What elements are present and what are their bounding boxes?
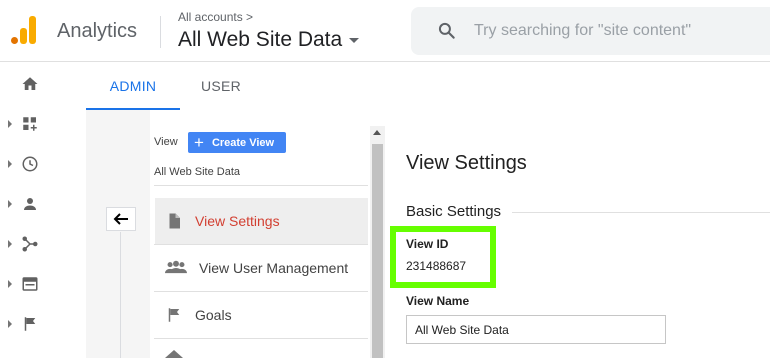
search-icon <box>438 22 455 39</box>
create-view-button[interactable]: + Create View <box>188 132 286 153</box>
tree-line <box>120 232 121 358</box>
create-view-label: Create View <box>211 136 275 149</box>
dashboard-icon <box>23 117 37 131</box>
scroll-thumb[interactable] <box>372 144 383 358</box>
view-selector-label: All Web Site Data <box>178 28 343 51</box>
menu-item-view-settings[interactable]: View Settings <box>155 198 368 244</box>
clock-icon <box>22 156 38 172</box>
admin-user-tabs: ADMIN USER <box>86 62 770 110</box>
expand-icon <box>8 280 12 288</box>
expand-icon <box>8 160 12 168</box>
left-nav <box>0 62 58 358</box>
account-breadcrumb[interactable]: All accounts > <box>178 10 253 24</box>
expand-icon <box>8 120 12 128</box>
people-icon <box>165 260 187 274</box>
search-placeholder: Try searching for "site content" <box>474 22 692 39</box>
acquisition-icon <box>22 236 38 252</box>
expand-icon <box>8 240 12 248</box>
view-name-field[interactable]: All Web Site Data <box>406 315 666 344</box>
highlight-box <box>390 226 496 288</box>
menu-item-view-user-management[interactable]: View User Management <box>155 245 368 291</box>
dropdown-caret-icon <box>349 37 360 43</box>
column-scrollbar[interactable] <box>370 126 385 358</box>
nav-item-home[interactable] <box>0 64 58 104</box>
menu-item-goals[interactable]: Goals <box>155 292 368 338</box>
analytics-logo-icon[interactable] <box>11 16 37 44</box>
nav-item-behavior[interactable] <box>0 264 58 304</box>
section-divider <box>512 212 770 213</box>
nav-item-conversions[interactable] <box>0 304 58 344</box>
view-name-label: View Name <box>406 294 470 308</box>
header-divider <box>160 16 161 48</box>
person-icon <box>24 198 36 210</box>
menu-item-label: Goals <box>195 307 232 323</box>
home-icon <box>22 77 38 90</box>
selected-view-name[interactable]: All Web Site Data <box>154 166 240 178</box>
flag-icon <box>24 317 36 331</box>
divider <box>154 185 368 186</box>
expand-icon <box>8 320 12 328</box>
view-id-label: View ID <box>406 237 449 251</box>
browser-window-icon <box>22 277 38 291</box>
nav-item-acquisition[interactable] <box>0 224 58 264</box>
view-id-value: 231488687 <box>406 259 467 273</box>
document-icon <box>169 213 180 229</box>
nav-item-customization[interactable] <box>0 104 58 144</box>
tab-user[interactable]: USER <box>180 62 262 110</box>
tab-admin[interactable]: ADMIN <box>86 62 180 110</box>
nav-item-audience[interactable] <box>0 184 58 224</box>
scroll-up-icon[interactable] <box>373 130 381 135</box>
plus-icon: + <box>194 132 204 152</box>
page-title: View Settings <box>406 152 527 174</box>
section-heading: Basic Settings <box>406 203 502 220</box>
view-selector[interactable]: All Web Site Data <box>178 28 360 52</box>
flag-icon <box>168 308 180 322</box>
partial-menu-icon <box>165 350 183 358</box>
app-name: Analytics <box>57 20 138 42</box>
top-bar: Analytics All accounts > All Web Site Da… <box>0 0 770 62</box>
search-bar[interactable]: Try searching for "site content" <box>411 7 770 55</box>
expand-icon <box>8 200 12 208</box>
divider <box>154 338 368 339</box>
menu-item-label: View Settings <box>195 213 280 229</box>
arrow-left-icon <box>113 213 128 225</box>
view-column-label: View <box>154 136 178 148</box>
back-button[interactable] <box>106 207 136 231</box>
nav-item-realtime[interactable] <box>0 144 58 184</box>
tree-gutter <box>86 110 150 358</box>
menu-item-label: View User Management <box>199 260 349 276</box>
